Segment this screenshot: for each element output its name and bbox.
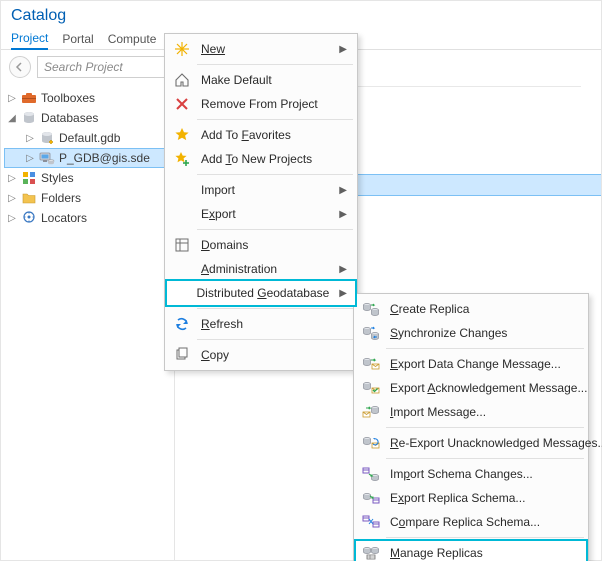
separator xyxy=(386,537,584,538)
domains-icon xyxy=(173,236,191,254)
menu-export[interactable]: Export ▶ xyxy=(167,202,355,226)
submenu-compare-schema[interactable]: Compare Replica Schema... xyxy=(356,510,586,534)
menu-copy[interactable]: Copy xyxy=(167,343,355,367)
expand-icon[interactable]: ▷ xyxy=(25,153,35,164)
export-schema-icon xyxy=(362,489,380,507)
manage-replicas-icon xyxy=(362,544,380,561)
refresh-icon xyxy=(173,315,191,333)
collapse-icon[interactable]: ◢ xyxy=(7,113,17,124)
submenu-arrow-icon: ▶ xyxy=(337,209,347,220)
menu-remove[interactable]: Remove From Project xyxy=(167,92,355,116)
tree-item-styles[interactable]: ▷ Styles xyxy=(5,168,170,188)
separator xyxy=(386,348,584,349)
menu-refresh[interactable]: Refresh xyxy=(167,312,355,336)
menu-import[interactable]: Import ▶ xyxy=(167,178,355,202)
menu-administration[interactable]: Administration ▶ xyxy=(167,257,355,281)
separator xyxy=(386,427,584,428)
tree-item-sde[interactable]: ▷ P_GDB@gis.sde xyxy=(4,148,171,168)
catalog-panel: Catalog Project Portal Compute Search Pr… xyxy=(0,0,602,561)
geodatabase-icon xyxy=(39,130,55,146)
home-icon xyxy=(173,71,191,89)
search-input[interactable]: Search Project xyxy=(37,56,166,78)
separator xyxy=(386,458,584,459)
tree-item-databases[interactable]: ◢ Databases xyxy=(5,108,170,128)
submenu-arrow-icon: ▶ xyxy=(337,185,347,196)
panel-title: Catalog xyxy=(1,1,601,27)
menu-domains[interactable]: Domains xyxy=(167,233,355,257)
submenu-synchronize-changes[interactable]: Synchronize Changes xyxy=(356,321,586,345)
sync-icon xyxy=(362,324,380,342)
submenu-import-message[interactable]: Import Message... xyxy=(356,400,586,424)
tab-portal[interactable]: Portal xyxy=(62,32,93,49)
new-icon xyxy=(173,40,191,58)
tree-item-default-gdb[interactable]: ▷ Default.gdb xyxy=(5,128,170,148)
submenu-import-schema[interactable]: Import Schema Changes... xyxy=(356,462,586,486)
tab-compute[interactable]: Compute xyxy=(108,32,157,49)
tree: ▷ Toolboxes ◢ Databases ▷ Default.gdb xyxy=(1,84,174,561)
copy-icon xyxy=(173,346,191,364)
menu-add-new-projects[interactable]: Add To New Projects xyxy=(167,147,355,171)
import-msg-icon xyxy=(362,403,380,421)
submenu-manage-replicas[interactable]: Manage Replicas xyxy=(356,541,586,561)
separator xyxy=(197,229,353,230)
tree-label: Databases xyxy=(41,111,98,125)
tree-label: Folders xyxy=(41,191,81,205)
import-schema-icon xyxy=(362,465,380,483)
distributed-geodatabase-submenu: Create Replica Synchronize Changes Expor… xyxy=(353,293,589,561)
separator xyxy=(197,119,353,120)
submenu-export-schema[interactable]: Export Replica Schema... xyxy=(356,486,586,510)
enterprise-gdb-icon xyxy=(39,150,55,166)
submenu-create-replica[interactable]: Create Replica xyxy=(356,297,586,321)
tree-label: Toolboxes xyxy=(41,91,95,105)
submenu-arrow-icon: ▶ xyxy=(339,288,347,299)
expand-icon[interactable]: ▷ xyxy=(25,133,35,144)
tree-label: Locators xyxy=(41,211,87,225)
tree-label: Styles xyxy=(41,171,74,185)
star-icon xyxy=(173,126,191,144)
tree-item-folders[interactable]: ▷ Folders xyxy=(5,188,170,208)
tree-item-locators[interactable]: ▷ Locators xyxy=(5,208,170,228)
tree-item-toolboxes[interactable]: ▷ Toolboxes xyxy=(5,88,170,108)
reexport-icon xyxy=(362,434,380,452)
database-icon xyxy=(21,110,37,126)
toolbox-icon xyxy=(21,90,37,106)
export-ack-icon xyxy=(362,379,380,397)
submenu-reexport[interactable]: Re-Export Unacknowledged Messages... xyxy=(356,431,586,455)
submenu-export-data-change[interactable]: Export Data Change Message... xyxy=(356,352,586,376)
tab-project[interactable]: Project xyxy=(11,31,48,50)
expand-icon[interactable]: ▷ xyxy=(7,193,17,204)
tree-label: P_GDB@gis.sde xyxy=(59,151,150,165)
separator xyxy=(197,308,353,309)
submenu-arrow-icon: ▶ xyxy=(337,44,347,55)
separator xyxy=(197,64,353,65)
create-replica-icon xyxy=(362,300,380,318)
arrow-left-icon xyxy=(15,62,25,72)
menu-new[interactable]: New ▶ xyxy=(167,37,355,61)
tree-label: Default.gdb xyxy=(59,131,120,145)
folder-icon xyxy=(21,190,37,206)
submenu-export-ack[interactable]: Export Acknowledgement Message... xyxy=(356,376,586,400)
menu-distributed-geodatabase[interactable]: Distributed Geodatabase ▶ xyxy=(167,281,355,305)
remove-icon xyxy=(173,95,191,113)
expand-icon[interactable]: ▷ xyxy=(7,93,17,104)
separator xyxy=(197,174,353,175)
back-button[interactable] xyxy=(9,56,31,78)
expand-icon[interactable]: ▷ xyxy=(7,213,17,224)
expand-icon[interactable]: ▷ xyxy=(7,173,17,184)
submenu-arrow-icon: ▶ xyxy=(337,264,347,275)
compare-schema-icon xyxy=(362,513,380,531)
star-plus-icon xyxy=(173,150,191,168)
styles-icon xyxy=(21,170,37,186)
menu-make-default[interactable]: Make Default xyxy=(167,68,355,92)
context-menu: New ▶ Make Default Remove From Project A… xyxy=(164,33,358,371)
separator xyxy=(197,339,353,340)
locator-icon xyxy=(21,210,37,226)
export-msg-icon xyxy=(362,355,380,373)
menu-add-favorites[interactable]: Add To Favorites xyxy=(167,123,355,147)
